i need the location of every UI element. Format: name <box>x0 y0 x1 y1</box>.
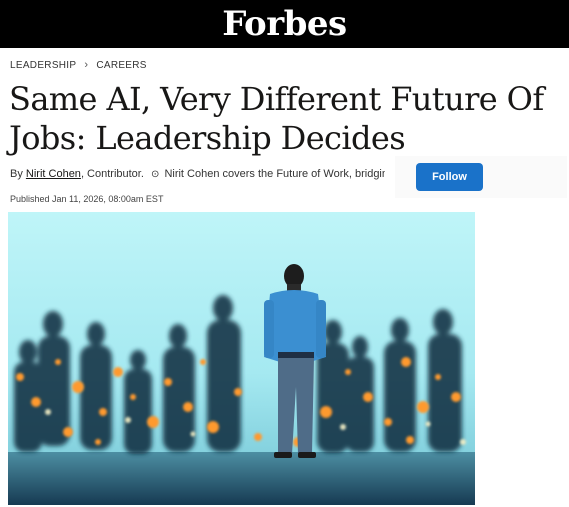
author-link[interactable]: Nirit Cohen <box>26 168 81 180</box>
hero-image <box>8 212 475 505</box>
byline-prefix: By <box>10 168 23 180</box>
contributor-badge-icon: ⊙ <box>150 169 160 180</box>
breadcrumb-careers[interactable]: CAREERS <box>96 60 146 71</box>
forbes-logo[interactable]: Forbes <box>0 4 569 44</box>
follow-button[interactable]: Follow <box>416 163 483 191</box>
breadcrumb: LEADERSHIP › CAREERS <box>10 58 147 72</box>
top-nav-bar: Forbes <box>0 0 569 48</box>
author-role: , Contributor. <box>80 168 144 180</box>
hero-illustration <box>8 212 475 505</box>
author-bio[interactable]: Nirit Cohen covers the Future of Work, b… <box>164 168 385 180</box>
article-title: Same AI, Very Different Future Of Jobs: … <box>9 80 544 157</box>
breadcrumb-leadership[interactable]: LEADERSHIP <box>10 60 76 71</box>
published-date: Published Jan 11, 2026, 08:00am EST <box>10 194 164 204</box>
chevron-right-icon: › <box>84 59 89 71</box>
byline: By Nirit Cohen, Contributor. ⊙ Nirit Coh… <box>10 168 385 180</box>
